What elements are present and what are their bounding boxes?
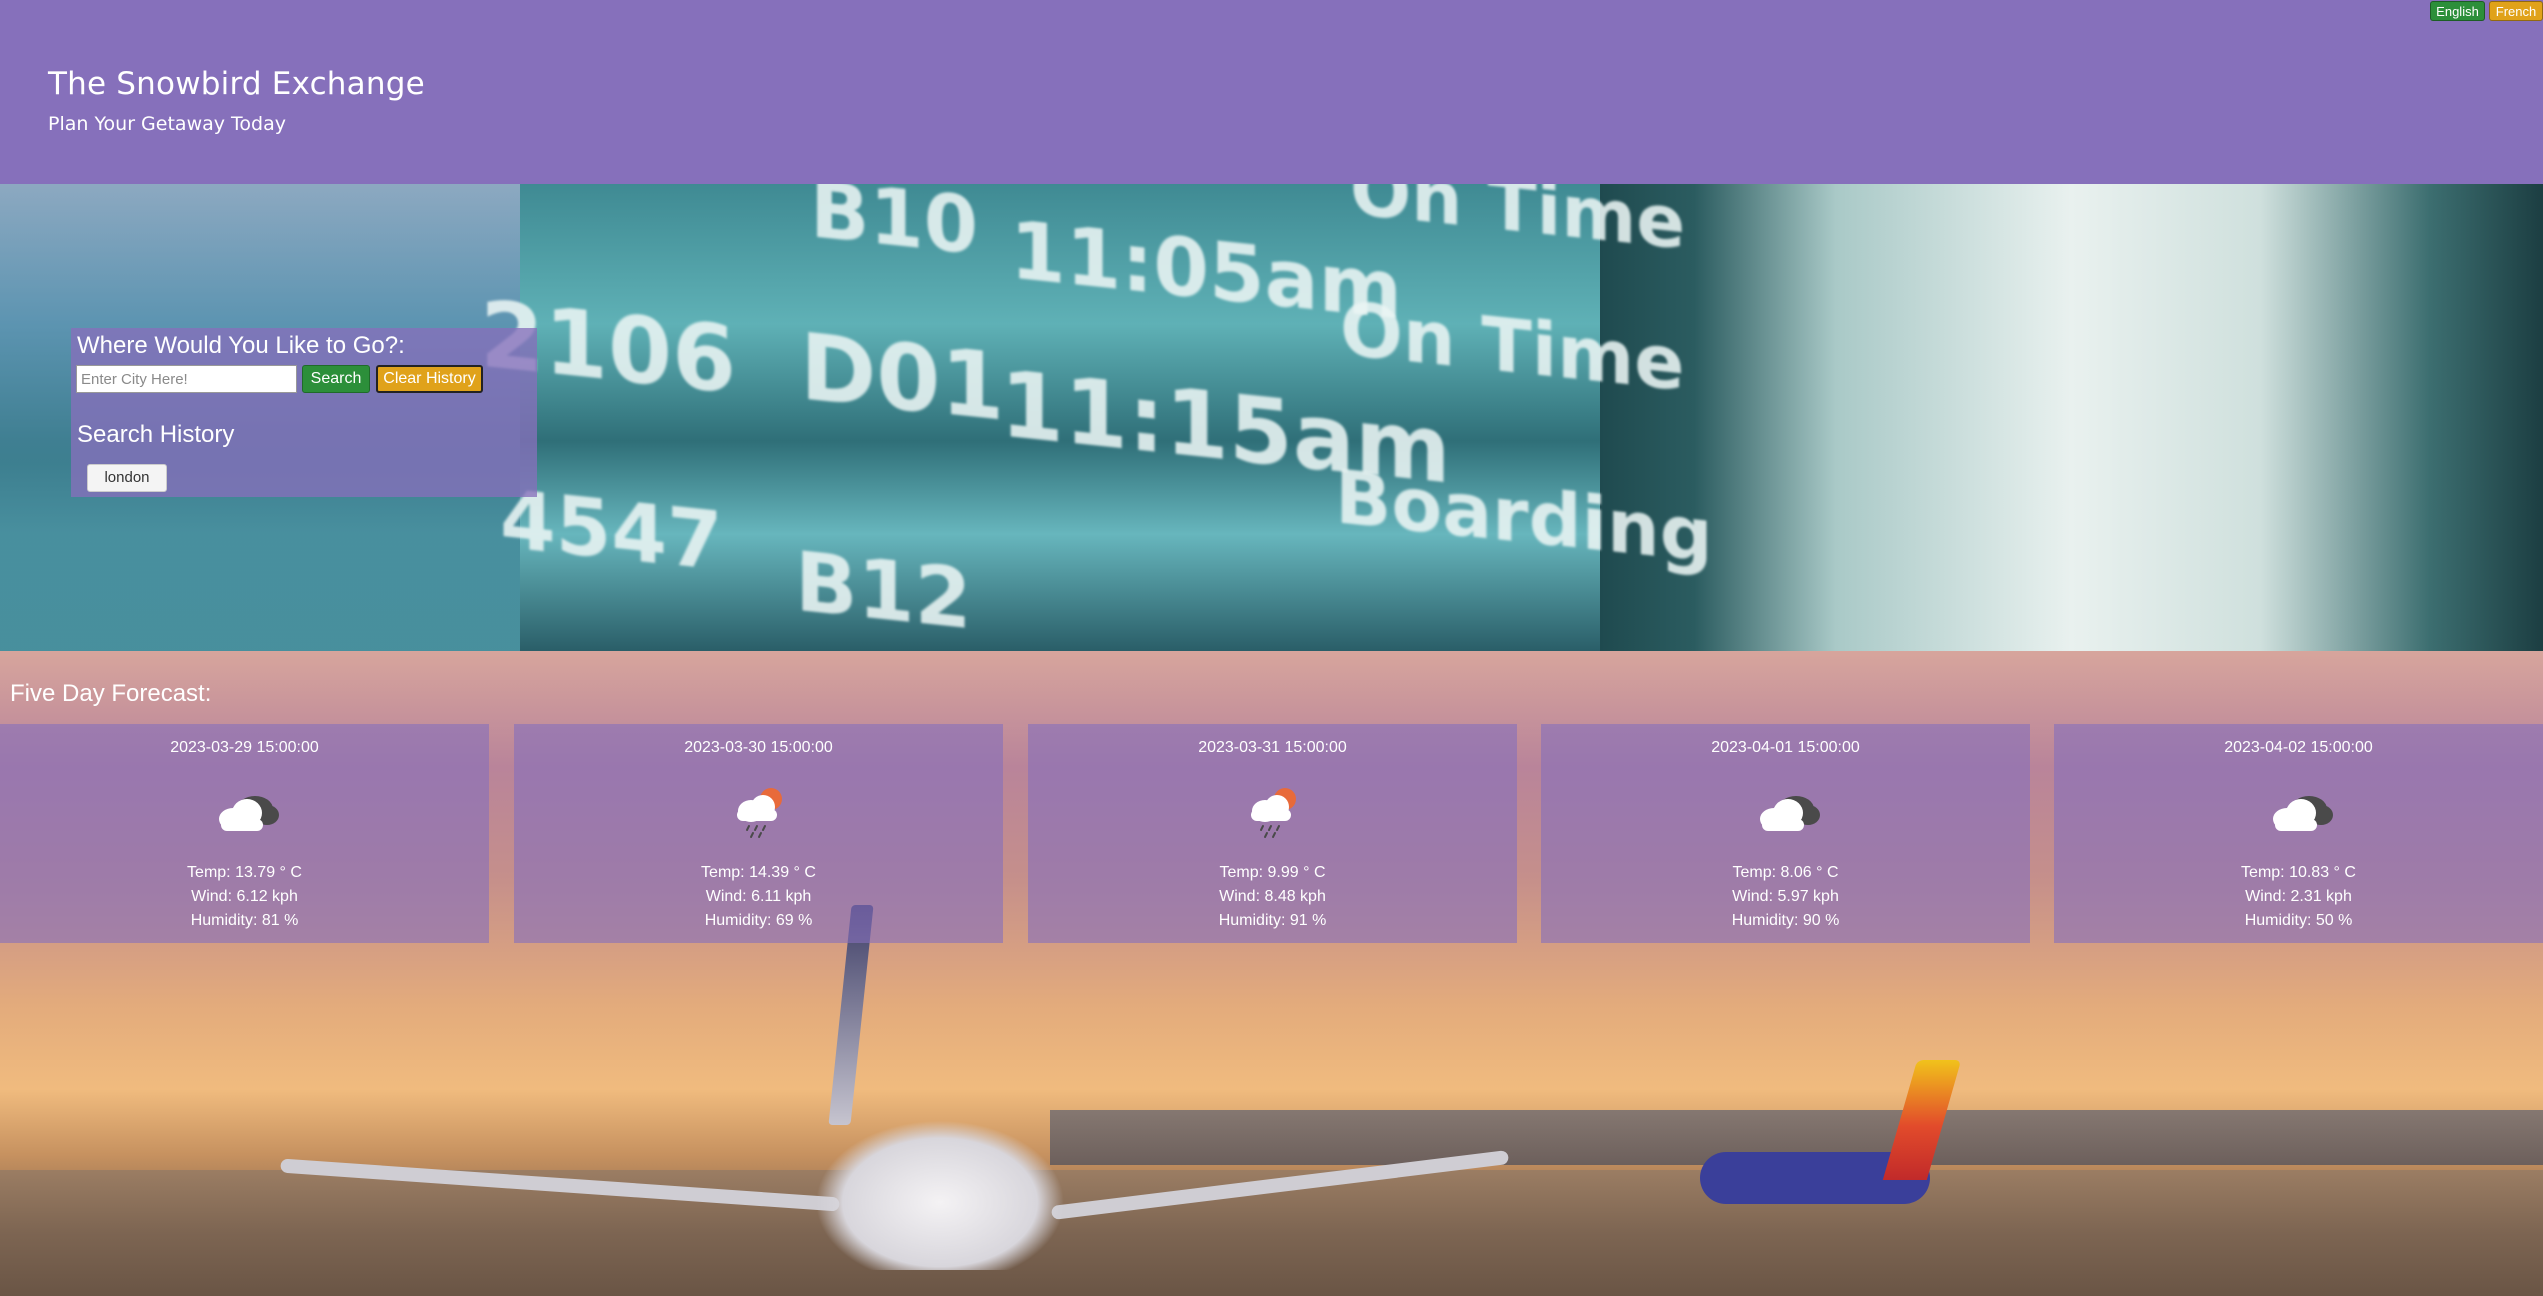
site-subtitle: Plan Your Getaway Today	[48, 113, 286, 135]
forecast-date: 2023-03-31 15:00:00	[1198, 739, 1347, 756]
site-title: The Snowbird Exchange	[48, 66, 425, 102]
forecast-wind: Wind: 8.48 kph	[1219, 888, 1326, 905]
forecast-card: 2023-03-29 15:00:00 Temp: 13.79 ° C Wind…	[0, 724, 489, 943]
forecast-humidity: Humidity: 90 %	[1731, 912, 1840, 929]
board-gate: B10	[810, 184, 978, 273]
forecast-temp: Temp: 13.79 ° C	[187, 864, 302, 881]
board-gate: D01	[800, 313, 1005, 442]
cloud-dark-icon	[1759, 796, 1820, 831]
cloud-dark-icon	[2272, 796, 2333, 831]
site-header: The Snowbird Exchange Plan Your Getaway …	[0, 0, 2543, 184]
board-gate: B12	[795, 534, 972, 649]
search-panel: Where Would You Like to Go?: Search Clea…	[71, 328, 537, 497]
forecast-title: Five Day Forecast:	[10, 680, 212, 707]
search-button[interactable]: Search	[302, 365, 370, 393]
sun-rain-cloud-icon	[736, 788, 782, 838]
board-right-blur	[1600, 184, 2543, 651]
forecast-humidity: Humidity: 69 %	[704, 912, 813, 929]
airplane-fuselage	[815, 1120, 1065, 1270]
forecast-temp: Temp: 10.83 ° C	[2241, 864, 2356, 881]
forecast-wind: Wind: 5.97 kph	[1732, 888, 1839, 905]
cloud-dark-icon	[218, 796, 279, 831]
forecast-temp: Temp: 14.39 ° C	[701, 864, 816, 881]
forecast-wind: Wind: 6.11 kph	[705, 888, 812, 905]
forecast-temp: Temp: 9.99 ° C	[1219, 864, 1326, 881]
forecast-humidity: Humidity: 91 %	[1218, 912, 1327, 929]
forecast-date: 2023-03-30 15:00:00	[684, 739, 833, 756]
forecast-wind: Wind: 2.31 kph	[2245, 888, 2352, 905]
forecast-humidity: Humidity: 50 %	[2244, 912, 2353, 929]
forecast-date: 2023-04-02 15:00:00	[2224, 739, 2373, 756]
english-button[interactable]: English	[2430, 1, 2485, 21]
forecast-card: 2023-04-02 15:00:00 Temp: 10.83 ° C Wind…	[2054, 724, 2543, 943]
french-button[interactable]: French	[2489, 1, 2543, 21]
forecast-wind: Wind: 6.12 kph	[191, 888, 298, 905]
search-history-heading: Search History	[77, 421, 235, 448]
clear-history-button[interactable]: Clear History	[376, 365, 483, 393]
city-search-input[interactable]	[76, 365, 297, 393]
forecast-humidity: Humidity: 81 %	[190, 912, 299, 929]
history-item-london[interactable]: london	[87, 464, 167, 492]
forecast-card: 2023-03-30 15:00:00 Temp: 14.39 ° C Wind…	[514, 724, 1003, 943]
search-heading: Where Would You Like to Go?:	[77, 332, 405, 359]
forecast-temp: Temp: 8.06 ° C	[1732, 864, 1839, 881]
forecast-card: 2023-03-31 15:00:00 Temp: 9.99 ° C Wind:…	[1028, 724, 1517, 943]
forecast-date: 2023-03-29 15:00:00	[170, 739, 319, 756]
forecast-date: 2023-04-01 15:00:00	[1711, 739, 1860, 756]
forecast-card: 2023-04-01 15:00:00 Temp: 8.06 ° C Wind:…	[1541, 724, 2030, 943]
sun-rain-cloud-icon	[1250, 788, 1296, 838]
